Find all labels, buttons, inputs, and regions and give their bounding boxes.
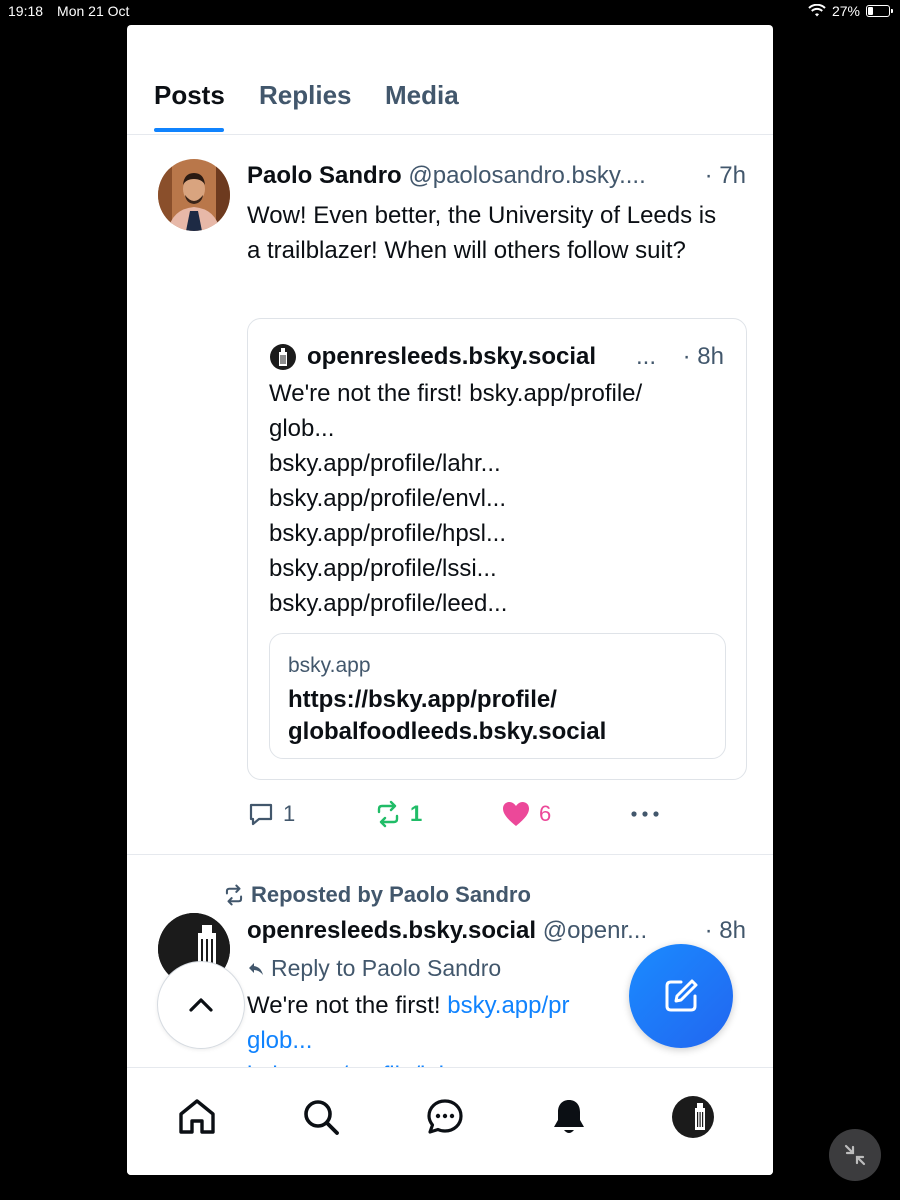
repost-icon — [225, 884, 243, 906]
author-handle[interactable]: @paolosandro.bsky.... — [408, 162, 645, 189]
link-title: https://bsky.app/profile/ globalfoodleed… — [288, 686, 607, 745]
like-count: 6 — [539, 801, 552, 826]
quoted-line: bsky.app/profile/envl... — [269, 485, 507, 512]
compose-button[interactable] — [629, 944, 733, 1048]
author-name[interactable]: openresleeds.bsky.social — [247, 917, 536, 944]
quoted-line: glob... — [269, 415, 335, 442]
post-divider — [127, 854, 773, 855]
profile-tabs: Posts Replies Media — [127, 25, 773, 135]
reposted-by-text: Reposted by Paolo Sandro — [251, 882, 531, 907]
heart-icon — [503, 802, 529, 826]
link-preview-card[interactable]: bsky.app https://bsky.app/profile/ globa… — [269, 633, 726, 759]
quoted-handle[interactable]: openresleeds.bsky.social — [307, 343, 596, 371]
author-handle[interactable]: @openr... — [543, 917, 647, 944]
author-avatar[interactable] — [158, 159, 230, 231]
active-tab-indicator — [154, 128, 224, 132]
nav-search[interactable] — [298, 1094, 344, 1140]
repost-button[interactable]: 1 — [374, 800, 422, 828]
quoted-handle-overflow: ... — [636, 343, 657, 370]
post-actions: 1 1 6 — [127, 800, 773, 832]
tab-replies[interactable]: Replies — [259, 80, 352, 111]
post-header: openresleeds.bsky.social @openr... — [247, 917, 647, 945]
battery-icon — [866, 5, 893, 17]
reply-to-text: Reply to Paolo Sandro — [271, 955, 502, 981]
quoted-line: We're not the first! bsky.app/profile/ — [269, 380, 643, 407]
more-icon — [631, 811, 659, 817]
post-time[interactable]: · 8h — [705, 917, 746, 945]
reply-to[interactable]: Reply to Paolo Sandro — [247, 955, 501, 982]
post-time[interactable]: · 7h — [705, 162, 746, 190]
like-button[interactable]: 6 — [501, 800, 551, 828]
more-options-button[interactable] — [629, 800, 661, 828]
repost-icon — [377, 800, 399, 828]
compose-icon — [665, 979, 698, 1012]
link-domain: bsky.app — [288, 654, 371, 677]
post-text-prefix: We're not the first! — [247, 992, 448, 1019]
battery-percent: 27% — [831, 3, 860, 19]
quoted-line: bsky.app/profile/hpsl... — [269, 520, 507, 547]
quoted-line: bsky.app/profile/leed... — [269, 590, 508, 617]
search-icon — [304, 1100, 339, 1135]
post-link[interactable]: bsky.app/pr — [447, 992, 569, 1019]
post-link[interactable]: bsky.app/profile/lahr... — [247, 1058, 747, 1067]
status-bar: 19:18 Mon 21 Oct 27% — [0, 0, 900, 24]
nav-profile[interactable] — [670, 1094, 716, 1140]
repost-count: 1 — [410, 801, 423, 826]
author-name[interactable]: Paolo Sandro — [247, 162, 402, 189]
reposted-by[interactable]: Reposted by Paolo Sandro — [223, 882, 531, 908]
collapse-arrows-icon — [844, 1144, 866, 1166]
bottom-navigation — [127, 1067, 773, 1175]
tab-media[interactable]: Media — [385, 80, 459, 111]
nav-chat[interactable] — [422, 1094, 468, 1140]
status-date: Mon 21 Oct — [57, 3, 130, 19]
nav-home[interactable] — [174, 1094, 220, 1140]
reply-icon — [249, 803, 273, 826]
chevron-up-icon — [189, 998, 213, 1012]
home-icon — [179, 1099, 215, 1134]
quoted-post[interactable]: openresleeds.bsky.social ... · 8h We're … — [247, 318, 747, 780]
quoted-line: bsky.app/profile/lahr... — [269, 450, 501, 477]
quoted-time: · 8h — [682, 343, 724, 370]
reply-count: 1 — [283, 801, 296, 826]
bell-icon — [554, 1100, 584, 1133]
status-time: 19:18 — [8, 3, 44, 19]
quoted-avatar — [270, 344, 296, 370]
chat-icon — [427, 1099, 463, 1134]
nav-notifications[interactable] — [546, 1094, 592, 1140]
reply-arrow-icon — [249, 962, 263, 975]
bluesky-app-window: Posts Replies Media Paolo Sandro @paolos… — [127, 25, 773, 1175]
profile-avatar — [672, 1096, 714, 1138]
post-header: Paolo Sandro @paolosandro.bsky.... — [247, 162, 646, 190]
minimize-button[interactable] — [829, 1129, 881, 1181]
quoted-line: bsky.app/profile/lssi... — [269, 555, 497, 582]
post-text: Wow! Even better, the University of Leed… — [247, 202, 717, 264]
quoted-text: We're not the first! bsky.app/profile/ g… — [269, 376, 729, 621]
wifi-icon — [808, 4, 826, 17]
reply-button[interactable]: 1 — [247, 800, 295, 828]
tab-posts[interactable]: Posts — [154, 80, 225, 111]
scroll-to-top-button[interactable] — [157, 961, 245, 1049]
posts-feed[interactable]: Paolo Sandro @paolosandro.bsky.... · 7h … — [127, 136, 773, 1067]
